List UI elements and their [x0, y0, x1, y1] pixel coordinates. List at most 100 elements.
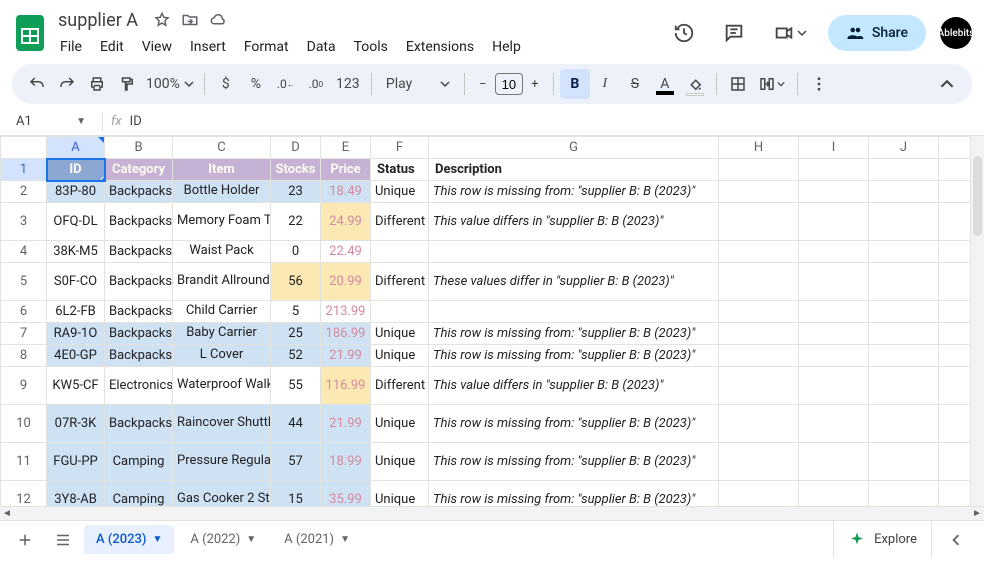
cell[interactable]: [869, 241, 939, 263]
cell[interactable]: Different: [371, 263, 429, 301]
cell[interactable]: [869, 345, 939, 367]
row-header[interactable]: 7: [1, 323, 47, 345]
menu-view[interactable]: View: [134, 35, 180, 59]
cell[interactable]: [799, 345, 869, 367]
chevron-down-icon[interactable]: ▼: [246, 534, 256, 545]
font-size-input[interactable]: [495, 73, 523, 95]
cell[interactable]: Camping: [105, 443, 173, 481]
cell[interactable]: KW5-CF: [47, 367, 105, 405]
menu-format[interactable]: Format: [236, 35, 297, 59]
merge-cells-button[interactable]: [753, 69, 791, 99]
row-header[interactable]: 9: [1, 367, 47, 405]
cell[interactable]: Backpacks: [105, 301, 173, 323]
cell[interactable]: This value differs in "supplier B: B (20…: [429, 367, 719, 405]
cell[interactable]: Backpacks: [105, 345, 173, 367]
chevron-down-icon[interactable]: ▼: [340, 534, 350, 545]
col-header-E[interactable]: E: [321, 137, 371, 159]
cell[interactable]: This row is missing from: "supplier B: B…: [429, 481, 719, 507]
cell[interactable]: [719, 443, 799, 481]
cell[interactable]: [719, 405, 799, 443]
cell[interactable]: [869, 481, 939, 507]
col-header-D[interactable]: D: [271, 137, 321, 159]
name-box[interactable]: A1 ▼: [4, 114, 94, 129]
cell[interactable]: [869, 301, 939, 323]
cell[interactable]: This row is missing from: "supplier B: B…: [429, 443, 719, 481]
cell[interactable]: 22.49: [321, 241, 371, 263]
cell-F1[interactable]: Status: [371, 159, 429, 181]
cell[interactable]: [719, 323, 799, 345]
cell[interactable]: OFQ-DL: [47, 203, 105, 241]
cell[interactable]: 4E0-GP: [47, 345, 105, 367]
format-percent-button[interactable]: %: [241, 69, 271, 99]
row-header[interactable]: 1: [1, 159, 47, 181]
font-family-dropdown[interactable]: Play: [378, 76, 458, 92]
cell[interactable]: [371, 241, 429, 263]
cell[interactable]: [719, 263, 799, 301]
cell[interactable]: These values differ in "supplier B: B (2…: [429, 263, 719, 301]
sheet-tab[interactable]: A (2021)▼: [272, 525, 362, 554]
cell[interactable]: 44: [271, 405, 321, 443]
col-header-F[interactable]: F: [371, 137, 429, 159]
cell[interactable]: Bottle Holder: [173, 181, 271, 203]
cell[interactable]: Unique: [371, 323, 429, 345]
cell[interactable]: Backpacks: [105, 203, 173, 241]
more-formats-button[interactable]: 123: [331, 69, 365, 99]
cell[interactable]: Pressure Regulator Kit: [173, 443, 271, 481]
share-button[interactable]: Share: [828, 15, 926, 51]
cell[interactable]: Gas Cooker 2 Stoves: [173, 481, 271, 507]
cell[interactable]: L Cover: [173, 345, 271, 367]
cell-C1[interactable]: Item: [173, 159, 271, 181]
collapse-toolbar-button[interactable]: [932, 69, 962, 99]
menu-insert[interactable]: Insert: [182, 35, 234, 59]
menu-data[interactable]: Data: [299, 35, 344, 59]
cell[interactable]: 52: [271, 345, 321, 367]
col-header-I[interactable]: I: [799, 137, 869, 159]
cell[interactable]: Backpacks: [105, 405, 173, 443]
row-header[interactable]: 3: [1, 203, 47, 241]
cell[interactable]: Different: [371, 367, 429, 405]
cell[interactable]: [371, 301, 429, 323]
cell[interactable]: [799, 159, 869, 181]
cell[interactable]: [869, 405, 939, 443]
cell[interactable]: [799, 443, 869, 481]
text-color-button[interactable]: A: [650, 69, 680, 99]
select-all-corner[interactable]: [1, 137, 47, 159]
cell[interactable]: RA9-1O: [47, 323, 105, 345]
cell[interactable]: Electronics: [105, 367, 173, 405]
strikethrough-button[interactable]: S: [620, 69, 650, 99]
cell[interactable]: 57: [271, 443, 321, 481]
cell[interactable]: 38K-M5: [47, 241, 105, 263]
cell[interactable]: Raincover Shuttle: [173, 405, 271, 443]
menu-tools[interactable]: Tools: [346, 35, 396, 59]
undo-button[interactable]: [22, 69, 52, 99]
row-header[interactable]: 2: [1, 181, 47, 203]
cell[interactable]: This row is missing from: "supplier B: B…: [429, 323, 719, 345]
cell[interactable]: This row is missing from: "supplier B: B…: [429, 345, 719, 367]
cell[interactable]: [719, 345, 799, 367]
cell[interactable]: [869, 367, 939, 405]
spreadsheet-grid[interactable]: ABCDEFGHIJK1IDCategoryItemStocksPriceSta…: [0, 136, 984, 506]
menu-extensions[interactable]: Extensions: [398, 35, 482, 59]
cell[interactable]: 15: [271, 481, 321, 507]
cell[interactable]: [719, 203, 799, 241]
format-currency-button[interactable]: $: [211, 69, 241, 99]
cell[interactable]: This value differs in "supplier B: B (20…: [429, 203, 719, 241]
cell[interactable]: [799, 181, 869, 203]
cell[interactable]: 3Y8-AB: [47, 481, 105, 507]
cell[interactable]: Different: [371, 203, 429, 241]
more-toolbar-button[interactable]: [804, 69, 834, 99]
cell[interactable]: Camping: [105, 481, 173, 507]
cell[interactable]: Waterproof Walkie Talkie: [173, 367, 271, 405]
cell[interactable]: 213.99: [321, 301, 371, 323]
explore-button[interactable]: Explore: [833, 521, 932, 558]
increase-font-size-button[interactable]: +: [523, 72, 547, 96]
cell[interactable]: 20.99: [321, 263, 371, 301]
meet-icon[interactable]: [766, 15, 814, 51]
cell[interactable]: [799, 405, 869, 443]
cell[interactable]: [869, 263, 939, 301]
col-header-H[interactable]: H: [719, 137, 799, 159]
cell[interactable]: [799, 301, 869, 323]
cell[interactable]: 21.99: [321, 345, 371, 367]
cell[interactable]: 07R-3K: [47, 405, 105, 443]
cell-D1[interactable]: Stocks: [271, 159, 321, 181]
